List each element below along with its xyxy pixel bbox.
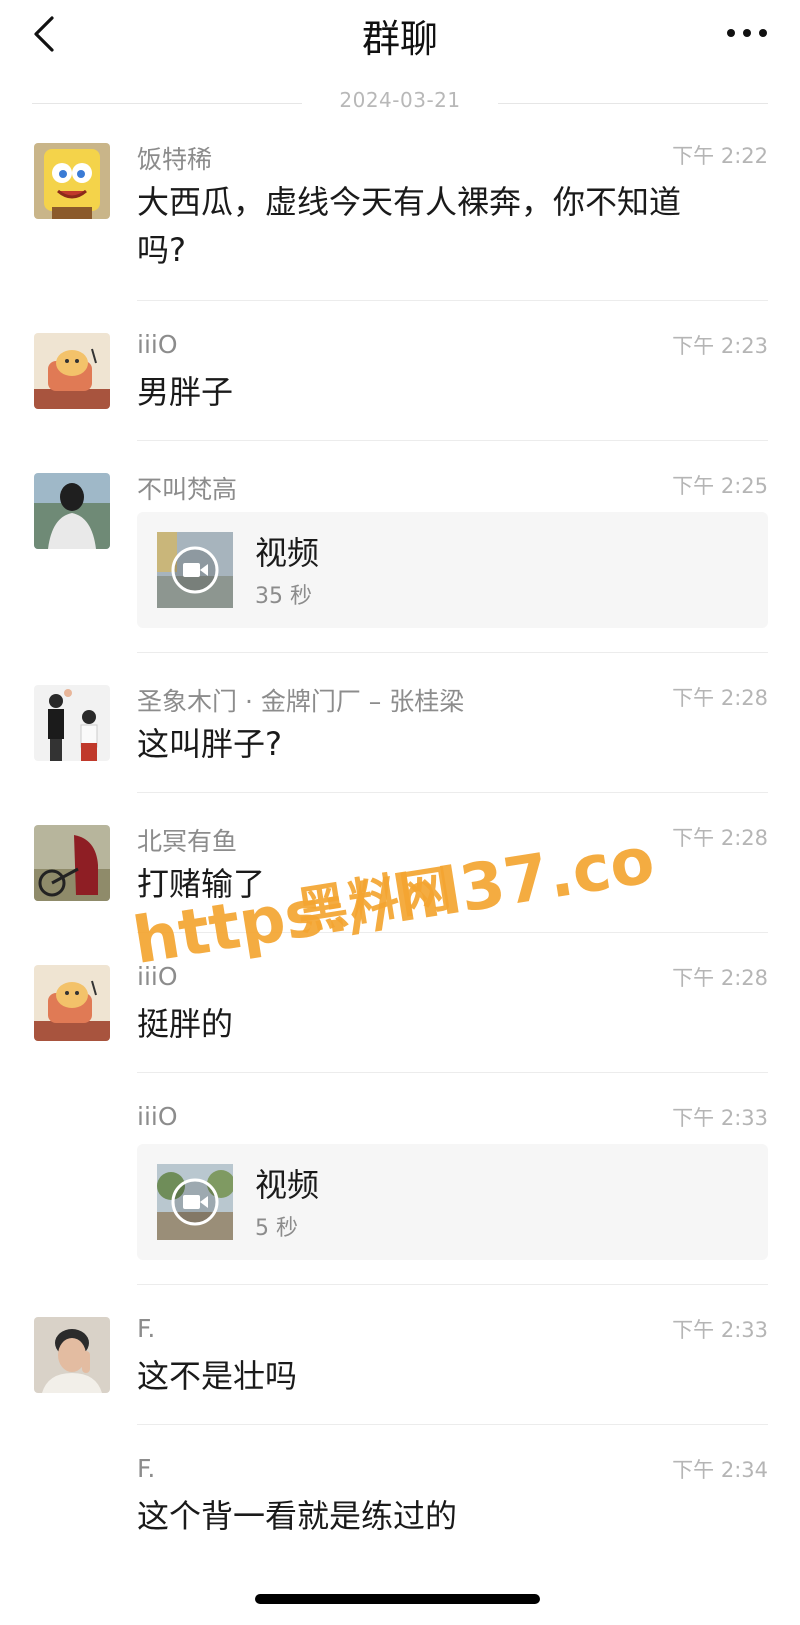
man-portrait-avatar: [34, 1317, 110, 1393]
avatar[interactable]: [34, 1317, 110, 1393]
message-text: 挺胖的: [137, 1005, 234, 1043]
sender-name: 北冥有鱼: [137, 827, 238, 856]
message-time: 下午 2:22: [672, 144, 768, 168]
avatar[interactable]: [34, 685, 110, 761]
sender-name: 饭特稀: [137, 145, 213, 174]
sender-name: F.: [137, 1314, 156, 1343]
avatar[interactable]: [34, 333, 110, 409]
divider: [498, 103, 768, 104]
message-time: 下午 2:23: [672, 334, 768, 358]
message-text: 这不是壮吗: [137, 1357, 298, 1395]
message-time: 下午 2:33: [672, 1106, 768, 1130]
message-time: 下午 2:34: [672, 1458, 768, 1482]
avatar[interactable]: [34, 473, 110, 549]
more-button[interactable]: [722, 18, 772, 48]
message-text: 这个背一看就是练过的: [137, 1497, 458, 1535]
sender-name: 不叫梵高: [137, 475, 238, 504]
sender-name: F.: [137, 1454, 156, 1483]
divider: [137, 440, 768, 441]
message-time: 下午 2:28: [672, 686, 768, 710]
divider: [137, 1424, 768, 1425]
video-thumbnail: [157, 532, 233, 608]
sender-name: iiiO: [137, 330, 178, 359]
more-dots-icon: [727, 29, 767, 37]
sender-name: iiiO: [137, 1102, 178, 1131]
bicycle-avatar: [34, 825, 110, 901]
divider: [137, 1072, 768, 1073]
family-avatar: [34, 685, 110, 761]
date-separator: 2024-03-21: [32, 88, 768, 118]
sender-name: iiiO: [137, 962, 178, 991]
sender-name: 圣象木门 · 金牌门厂 – 张桂梁: [137, 687, 465, 716]
avatar[interactable]: [34, 965, 110, 1041]
video-camera-icon: [157, 1164, 233, 1240]
divider: [137, 652, 768, 653]
video-duration: 35 秒: [255, 584, 312, 609]
message-time: 下午 2:28: [672, 966, 768, 990]
video-camera-icon: [157, 532, 233, 608]
video-message-card[interactable]: 视频 35 秒: [137, 512, 768, 628]
spongebob-avatar: [34, 143, 110, 219]
avatar[interactable]: [34, 143, 110, 219]
divider: [137, 792, 768, 793]
page-title: 群聊: [361, 17, 438, 61]
cartoon-dog-avatar: [34, 965, 110, 1041]
message-text: 这叫胖子?: [137, 725, 282, 763]
video-message-card[interactable]: 视频 5 秒: [137, 1144, 768, 1260]
video-duration: 5 秒: [255, 1216, 298, 1241]
video-title: 视频: [255, 1166, 320, 1204]
message-time: 下午 2:28: [672, 826, 768, 850]
divider: [137, 300, 768, 301]
date-label: 2024-03-21: [339, 88, 461, 112]
message-text: 男胖子: [137, 373, 234, 411]
message-time: 下午 2:33: [672, 1318, 768, 1342]
divider: [137, 932, 768, 933]
home-indicator[interactable]: [255, 1594, 540, 1604]
avatar[interactable]: [34, 825, 110, 901]
divider: [137, 1284, 768, 1285]
message-text: 打赌输了: [137, 865, 266, 903]
top-bar: 群聊: [0, 0, 800, 70]
person-back-avatar: [34, 473, 110, 549]
video-title: 视频: [255, 534, 320, 572]
video-thumbnail: [157, 1164, 233, 1240]
message-time: 下午 2:25: [672, 474, 768, 498]
message-text: 大西瓜，虚线今天有人裸奔，你不知道吗?: [137, 183, 682, 269]
cartoon-dog-avatar: [34, 333, 110, 409]
